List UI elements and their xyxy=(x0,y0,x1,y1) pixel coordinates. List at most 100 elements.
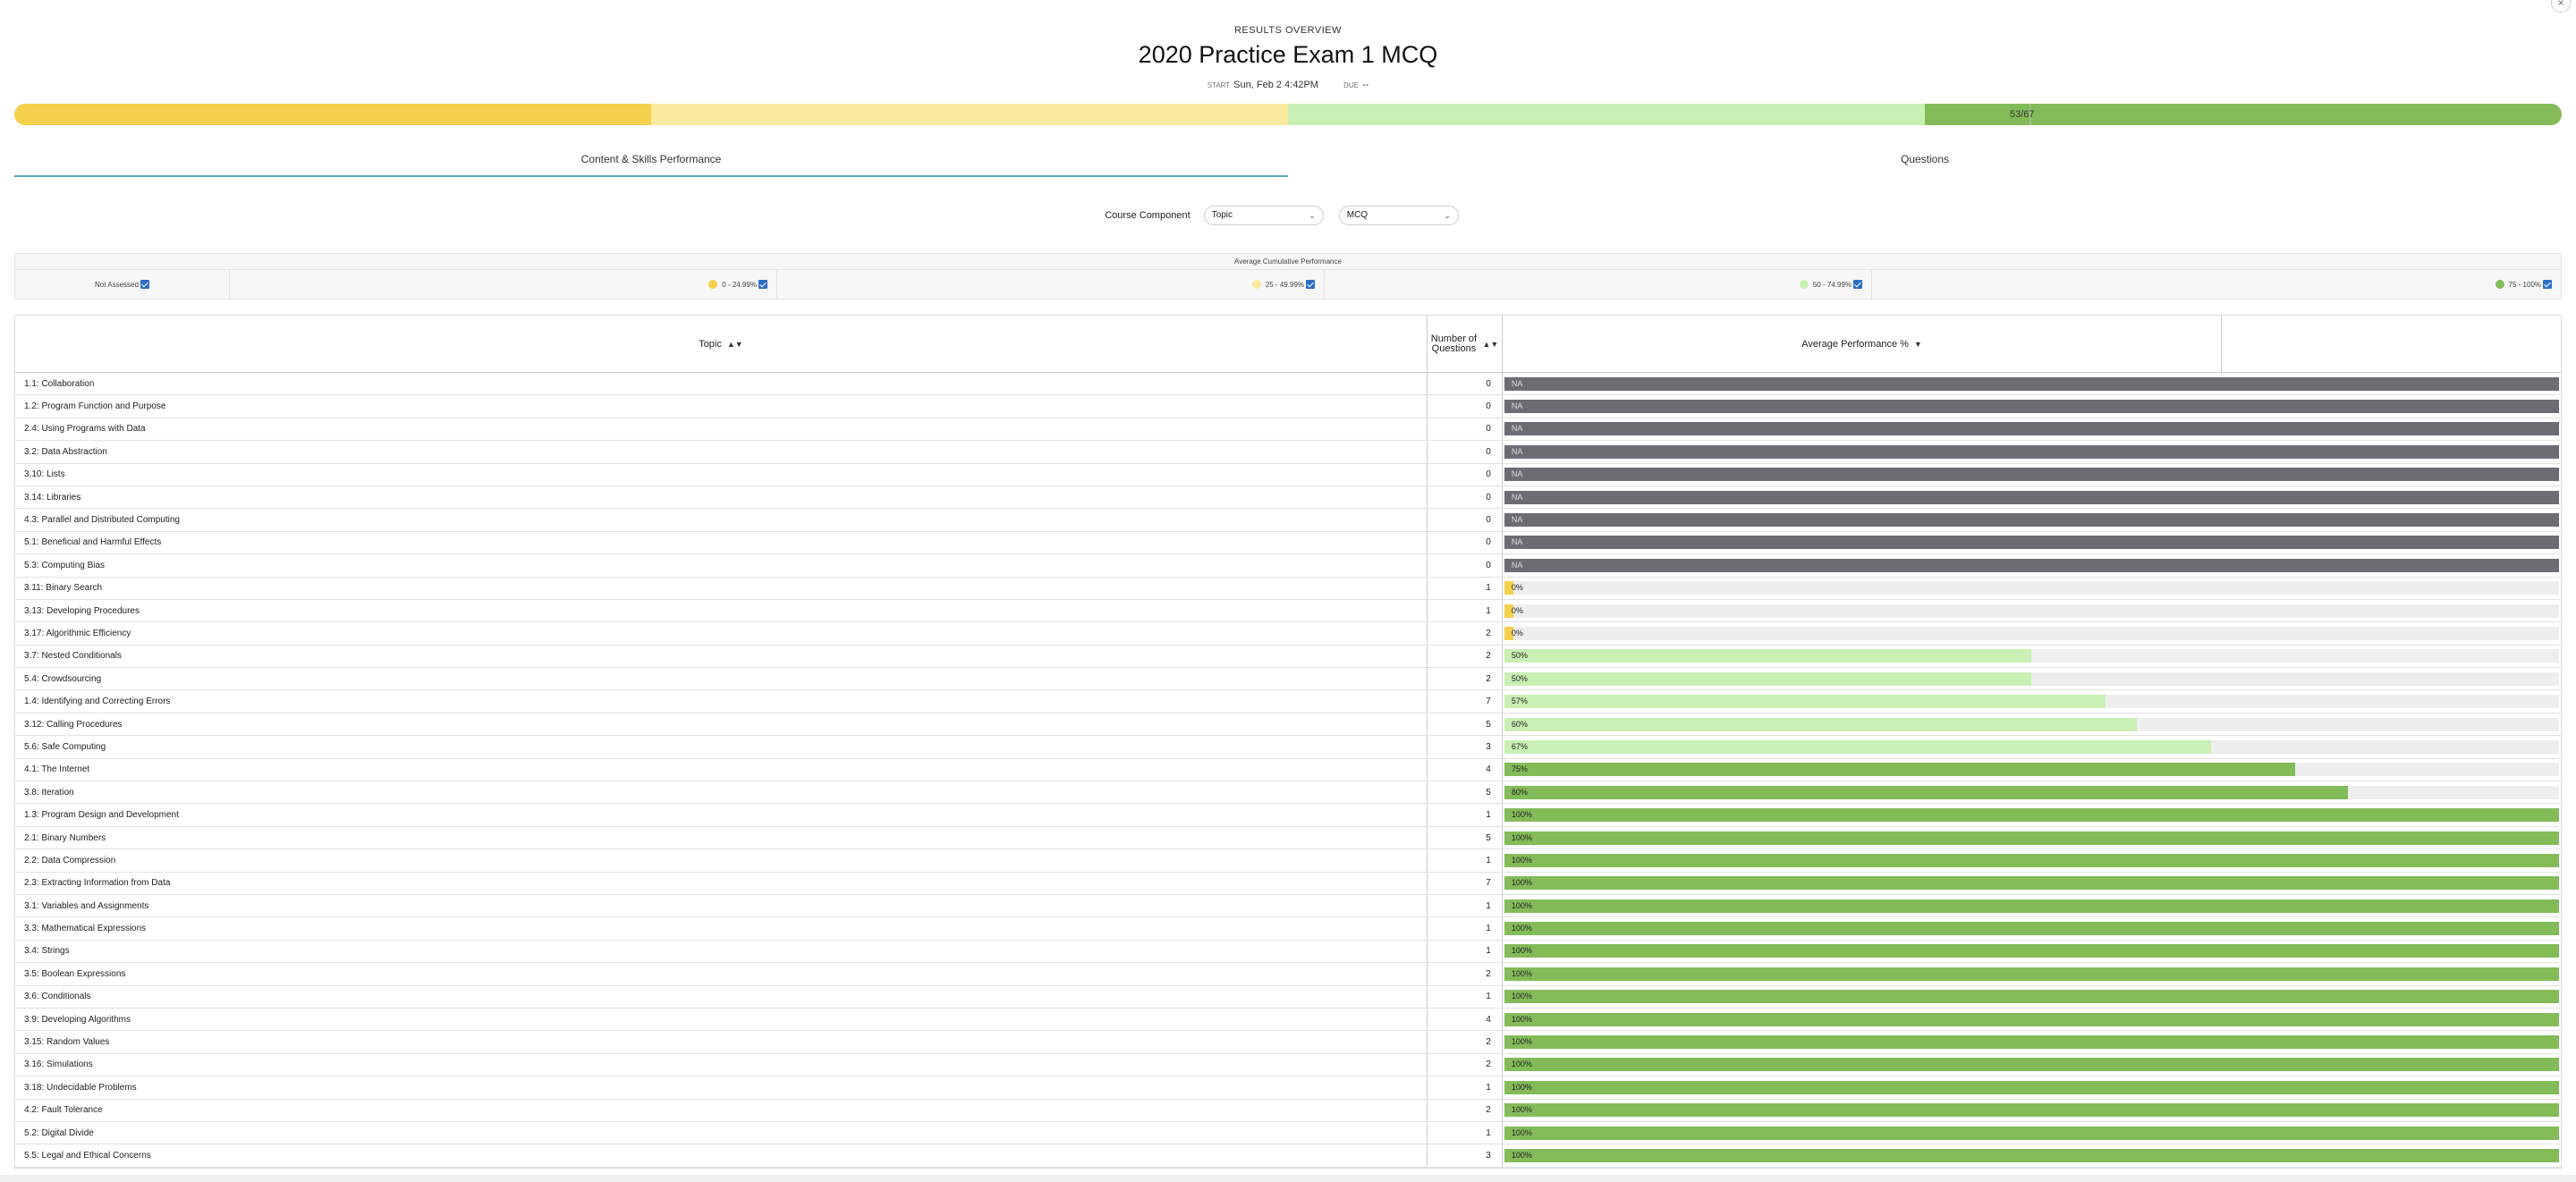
topic-cell: 3.6: Conditionals xyxy=(15,985,1428,1008)
performance-cell: 67% xyxy=(1503,736,2561,757)
num-questions-cell: 0 xyxy=(1428,373,1503,395)
checkbox-icon[interactable] xyxy=(1306,280,1315,289)
tab-content-skills-performance[interactable]: Content & Skills Performance xyxy=(14,147,1288,177)
performance-bar-fill xyxy=(1504,376,2559,391)
column-header-spacer xyxy=(2222,316,2561,372)
question-type-value: MCQ xyxy=(1346,210,1368,220)
table-row: 3.7: Nested Conditionals 2 50% xyxy=(15,645,2561,669)
performance-cell: 100% xyxy=(1503,827,2561,849)
num-questions-cell: 1 xyxy=(1428,1121,1503,1144)
table-row: 2.3: Extracting Information from Data 7 10… xyxy=(15,872,2561,895)
performance-bar-track: 50% xyxy=(1504,649,2559,663)
performance-cell: NA xyxy=(1503,418,2561,440)
sort-down-icon[interactable]: ▼ xyxy=(1914,340,1922,349)
topic-cell: 1.4: Identifying and Correcting Errors xyxy=(15,690,1428,713)
checkbox-icon[interactable] xyxy=(758,280,767,289)
num-questions-cell: 2 xyxy=(1428,1099,1503,1121)
page-title: 2020 Practice Exam 1 MCQ xyxy=(1138,41,1438,68)
num-questions-cell: 7 xyxy=(1428,690,1503,713)
topic-cell: 4.3: Parallel and Distributed Computing xyxy=(15,509,1428,531)
num-questions-cell: 2 xyxy=(1428,1031,1503,1053)
performance-bar-fill xyxy=(1504,808,2559,823)
performance-value: 0% xyxy=(1511,605,1523,615)
performance-value: 100% xyxy=(1511,968,1532,978)
question-type-select[interactable]: MCQ ⌄ xyxy=(1338,206,1459,225)
table-row: 3.9: Developing Algorithms 4 100% xyxy=(15,1008,2561,1032)
tab-questions[interactable]: Questions xyxy=(1288,147,2562,177)
performance-value: 100% xyxy=(1511,946,1532,956)
performance-bar-track: 100% xyxy=(1504,944,2559,958)
performance-cell: 100% xyxy=(1503,1100,2561,1121)
avg-performance-header-label: Average Performance % xyxy=(1801,338,1909,350)
performance-value: 75% xyxy=(1511,764,1528,774)
num-questions-cell: 0 xyxy=(1428,418,1503,441)
topic-cell: 1.3: Program Design and Development xyxy=(15,804,1428,826)
table-row: 5.1: Beneficial and Harmful Effects 0 NA xyxy=(15,531,2561,555)
table-row: 3.8: Iteration 5 80% xyxy=(15,781,2561,805)
score-text: 53/67 xyxy=(2010,109,2035,120)
table-row: 5.3: Computing Bias 0 NA xyxy=(15,554,2561,578)
num-questions-cell: 1 xyxy=(1428,599,1503,622)
sort-icon[interactable]: ▲▼ xyxy=(1482,340,1498,349)
performance-cell: 50% xyxy=(1503,668,2561,689)
num-questions-cell: 0 xyxy=(1428,485,1503,509)
chevron-down-icon: ⌄ xyxy=(1309,211,1316,220)
num-questions-cell: 1 xyxy=(1428,849,1503,872)
performance-bar-fill xyxy=(1504,671,2032,686)
performance-bar-fill xyxy=(1504,400,2559,414)
performance-bar-track: 100% xyxy=(1504,899,2559,913)
num-questions-cell: 0 xyxy=(1428,463,1503,485)
legend-50-75[interactable]: 50 - 74.99% xyxy=(1325,270,1872,299)
performance-bar-fill xyxy=(1504,1080,2559,1094)
topic-cell: 3.15: Random Values xyxy=(15,1031,1428,1053)
legend-not-assessed[interactable]: Not Assessed xyxy=(15,270,230,299)
performance-cell: NA xyxy=(1503,395,2561,417)
performance-bar-fill xyxy=(1504,853,2559,867)
light-yellow-dot-icon xyxy=(1251,280,1261,289)
topic-cell: 4.2: Fault Tolerance xyxy=(15,1099,1428,1121)
performance-bar-track: 57% xyxy=(1504,695,2559,709)
performance-cell: NA xyxy=(1503,509,2561,530)
performance-bar-track: NA xyxy=(1504,400,2559,414)
course-component-select[interactable]: Topic ⌄ xyxy=(1203,206,1324,225)
legend-25-50[interactable]: 25 - 49.99% xyxy=(777,270,1325,299)
performance-bar-fill xyxy=(1504,1103,2559,1118)
legend-75-100[interactable]: 75 - 100% xyxy=(1872,270,2561,299)
topic-cell: 5.6: Safe Computing xyxy=(15,736,1428,758)
performance-bar-fill xyxy=(1504,899,2559,913)
legend-0-25[interactable]: 0 - 24.99% xyxy=(230,270,777,299)
column-header-num-questions[interactable]: Number of Questions ▲▼ xyxy=(1428,316,1503,372)
column-header-avg-performance[interactable]: Average Performance % ▼ xyxy=(1503,316,2223,372)
topic-cell: 3.9: Developing Algorithms xyxy=(15,1008,1428,1031)
performance-bar-track: 100% xyxy=(1504,1148,2559,1162)
checkbox-icon[interactable] xyxy=(1853,280,1862,289)
legend-title: Average Cumulative Performance xyxy=(15,254,2561,270)
performance-value: NA xyxy=(1511,560,1523,570)
topic-cell: 3.8: Iteration xyxy=(15,781,1428,804)
performance-value: 100% xyxy=(1511,1082,1532,1092)
performance-cell: 75% xyxy=(1503,759,2561,781)
performance-value: 50% xyxy=(1511,651,1528,661)
performance-bar-fill xyxy=(1504,558,2559,572)
tab-bar: Content & Skills Performance Questions xyxy=(14,147,2562,177)
checkbox-icon[interactable] xyxy=(140,280,149,289)
column-header-topic[interactable]: Topic ▲▼ xyxy=(15,316,1428,372)
performance-bar-fill xyxy=(1504,1035,2559,1050)
performance-bar-fill xyxy=(1504,1012,2559,1026)
table-body: 1.1: Collaboration 0 NA 1.2: Program Functi… xyxy=(15,373,2561,1168)
topic-cell: 2.3: Extracting Information from Data xyxy=(15,872,1428,894)
table-row: 3.17: Algorithmic Efficiency 2 0% xyxy=(15,622,2561,646)
num-questions-cell: 0 xyxy=(1428,441,1503,463)
num-questions-cell: 5 xyxy=(1428,826,1503,849)
checkbox-icon[interactable] xyxy=(2543,280,2552,289)
num-questions-header-label: Number of Questions xyxy=(1430,333,1478,354)
performance-value: NA xyxy=(1511,424,1523,434)
num-questions-cell: 2 xyxy=(1428,668,1503,690)
topic-performance-table: Topic ▲▼ Number of Questions ▲▼ Average Pe… xyxy=(14,315,2562,1169)
performance-cell: 100% xyxy=(1503,873,2561,894)
performance-bar-fill xyxy=(1504,944,2559,958)
performance-cell: 100% xyxy=(1503,963,2561,984)
performance-value: NA xyxy=(1511,446,1523,456)
sort-icon[interactable]: ▲▼ xyxy=(727,340,743,349)
topic-cell: 3.5: Boolean Expressions xyxy=(15,963,1428,985)
